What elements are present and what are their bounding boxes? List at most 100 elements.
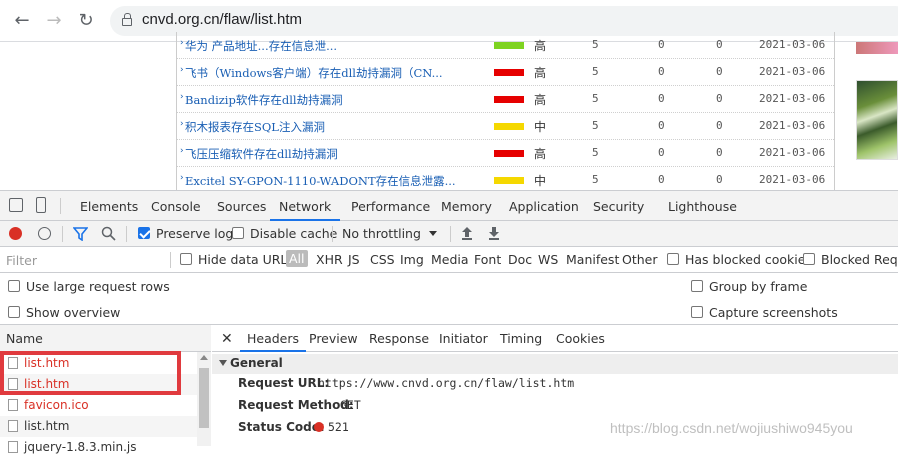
tab-network[interactable]: Network	[270, 199, 341, 221]
capture-screenshots-checkbox[interactable]	[691, 306, 703, 318]
tab-performance[interactable]: Performance	[351, 199, 430, 214]
type-filter-xhr[interactable]: XHR	[316, 252, 343, 267]
tab-sources[interactable]: Sources	[217, 199, 266, 214]
close-icon[interactable]: ✕	[221, 331, 233, 347]
severity-label: 中	[534, 174, 547, 188]
vuln-title-link[interactable]: 飞书（Windows客户端）存在dll劫持漏洞（CN...	[185, 65, 443, 81]
request-row[interactable]: list.htm	[0, 353, 197, 374]
scroll-up-icon[interactable]	[200, 355, 208, 360]
scrollbar[interactable]	[197, 352, 211, 446]
general-title: General	[230, 356, 283, 370]
group-by-frame-checkbox[interactable]	[691, 280, 703, 292]
url-text: cnvd.org.cn/flaw/list.htm	[142, 11, 303, 28]
tab-application[interactable]: Application	[509, 199, 579, 214]
lock-icon	[122, 13, 132, 26]
type-filter-all[interactable]: All	[286, 250, 308, 267]
vuln-title-link[interactable]: Bandizip软件存在dll劫持漏洞	[185, 92, 343, 108]
severity-label: 高	[534, 66, 547, 80]
large-rows-checkbox[interactable]	[8, 280, 20, 292]
request-row[interactable]: list.htm	[0, 374, 197, 395]
devtools-tab-bar: Elements Console Sources Network Perform…	[0, 191, 898, 221]
show-overview-label: Show overview	[26, 305, 121, 320]
tab-lighthouse[interactable]: Lighthouse	[668, 199, 737, 214]
type-filter-img[interactable]: Img	[400, 252, 424, 267]
name-header-label: Name	[6, 331, 43, 346]
reload-icon[interactable]: ↻	[74, 9, 98, 33]
file-icon	[8, 399, 18, 411]
status-error-icon	[314, 422, 324, 432]
type-filter-media[interactable]: Media	[431, 252, 469, 267]
vuln-title-link[interactable]: 华为 产品地址...存在信息泄...	[185, 38, 337, 54]
has-blocked-cookies-checkbox[interactable]	[667, 253, 679, 265]
throttling-select[interactable]: No throttling	[342, 226, 421, 241]
preserve-log-checkbox[interactable]	[138, 227, 150, 239]
forward-icon[interactable]: →	[42, 9, 66, 33]
count-3: 0	[716, 38, 723, 51]
tab-headers[interactable]: Headers	[240, 331, 307, 352]
request-name: list.htm	[24, 377, 70, 391]
record-icon[interactable]	[9, 227, 22, 240]
vuln-date: 2021-03-06	[759, 65, 826, 78]
hide-data-urls-checkbox[interactable]	[180, 253, 192, 265]
inspect-icon[interactable]	[9, 198, 23, 212]
show-overview-checkbox[interactable]	[8, 306, 20, 318]
tab-initiator[interactable]: Initiator	[439, 331, 488, 346]
type-filter-manifest[interactable]: Manifest	[566, 252, 619, 267]
tab-timing[interactable]: Timing	[500, 331, 542, 346]
type-filter-doc[interactable]: Doc	[508, 252, 532, 267]
count-2: 0	[658, 92, 665, 105]
scroll-thumb[interactable]	[199, 368, 209, 428]
capture-screenshots-label: Capture screenshots	[709, 305, 838, 320]
type-filter-js[interactable]: JS	[348, 252, 360, 267]
severity-bar	[494, 123, 524, 130]
tab-elements[interactable]: Elements	[80, 199, 138, 214]
general-section-header[interactable]: General	[212, 354, 898, 374]
type-filter-css[interactable]: CSS	[370, 252, 395, 267]
clear-icon[interactable]	[38, 227, 51, 240]
search-icon[interactable]	[101, 226, 116, 241]
device-toolbar-icon[interactable]	[36, 197, 46, 213]
import-har-icon[interactable]	[461, 226, 473, 241]
expand-triangle-icon	[219, 360, 227, 366]
count-3: 0	[716, 65, 723, 78]
type-filter-other[interactable]: Other	[622, 252, 658, 267]
side-image[interactable]	[856, 80, 898, 160]
vuln-title-link[interactable]: Excitel SY-GPON-1110-WADONT存在信息泄露...	[185, 173, 456, 189]
request-row[interactable]: list.htm	[0, 416, 197, 437]
count-3: 0	[716, 173, 723, 186]
request-row[interactable]: jquery-1.8.3.min.js	[0, 437, 197, 458]
request-row[interactable]: favicon.ico	[0, 395, 197, 416]
preserve-log-label: Preserve log	[156, 226, 234, 241]
tab-security[interactable]: Security	[593, 199, 644, 214]
disable-cache-checkbox[interactable]	[232, 227, 244, 239]
watermark: https://blog.csdn.net/wojiushiwo945you	[610, 420, 853, 436]
export-har-icon[interactable]	[488, 226, 500, 241]
side-image-top	[856, 42, 898, 54]
filter-row: Filter Hide data URLs All XHR JS CSS Img Medi…	[0, 247, 898, 273]
count-3: 0	[716, 92, 723, 105]
tab-console[interactable]: Console	[151, 199, 201, 214]
file-icon	[8, 357, 18, 369]
tab-memory[interactable]: Memory	[441, 199, 492, 214]
filter-icon[interactable]	[73, 227, 88, 241]
count-3: 0	[716, 146, 723, 159]
vuln-title-link[interactable]: 积木报表存在SQL注入漏洞	[185, 119, 325, 135]
count-1: 5	[592, 146, 599, 159]
count-3: 0	[716, 119, 723, 132]
severity-bar	[494, 150, 524, 157]
has-blocked-cookies-label: Has blocked cookies	[685, 252, 812, 267]
filter-input[interactable]: Filter	[6, 253, 37, 268]
blocked-requests-checkbox[interactable]	[803, 253, 815, 265]
type-filter-ws[interactable]: WS	[538, 252, 558, 267]
type-filter-font[interactable]: Font	[474, 252, 501, 267]
request-url-value: https://www.cnvd.org.cn/flaw/list.htm	[318, 376, 575, 390]
name-column-header[interactable]: Name	[0, 325, 211, 352]
count-2: 0	[658, 119, 665, 132]
large-rows-label: Use large request rows	[26, 279, 170, 294]
tab-cookies[interactable]: Cookies	[556, 331, 605, 346]
back-icon[interactable]: ←	[10, 9, 34, 33]
count-1: 5	[592, 65, 599, 78]
tab-response[interactable]: Response	[369, 331, 429, 346]
tab-preview[interactable]: Preview	[309, 331, 358, 346]
vuln-title-link[interactable]: 飞压压缩软件存在dll劫持漏洞	[185, 146, 338, 162]
